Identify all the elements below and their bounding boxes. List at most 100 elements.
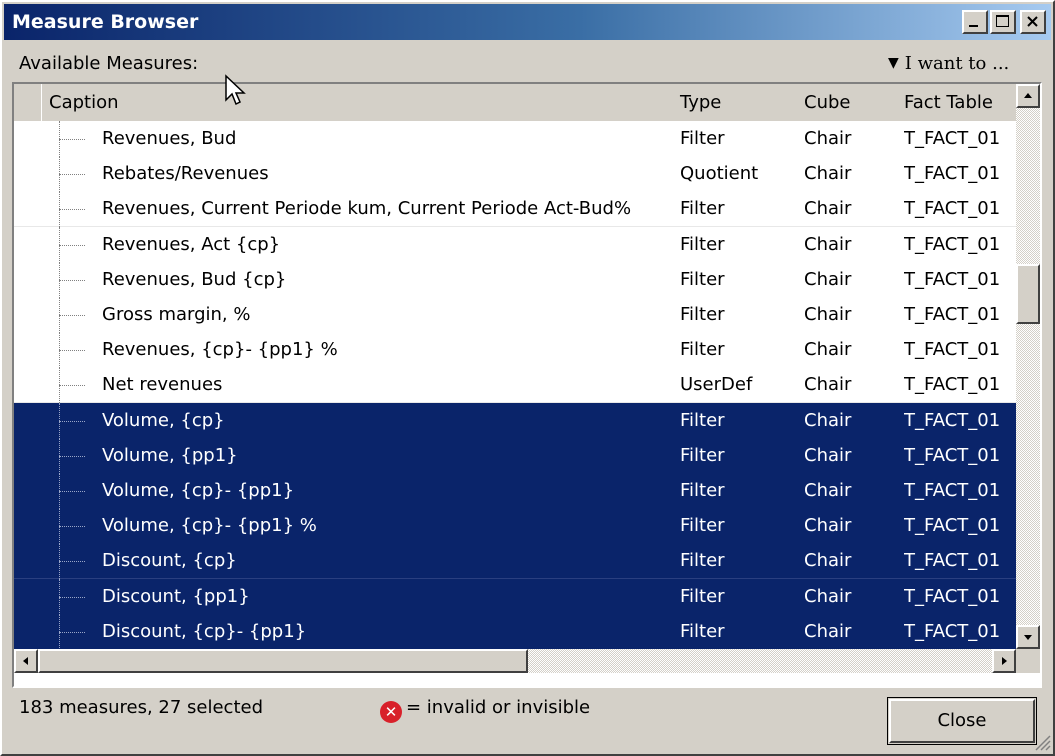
column-header-cube[interactable]: Cube <box>800 84 900 121</box>
table-row[interactable]: Revenues, Bud Filter Chair T_FACT_01 <box>14 121 1016 157</box>
vertical-scroll-thumb[interactable] <box>1016 264 1040 324</box>
maximize-button[interactable] <box>990 10 1016 34</box>
cell-cube: Chair <box>804 268 852 290</box>
cell-cube: Chair <box>804 515 852 537</box>
error-x-icon: ✕ <box>380 701 402 723</box>
mouse-cursor-icon <box>225 74 246 106</box>
measure-browser-window: Measure Browser Available Measures: ▼ I w… <box>0 0 1055 756</box>
cell-type: Filter <box>680 550 725 572</box>
tree-connector <box>59 543 89 580</box>
scroll-right-button[interactable] <box>992 649 1016 673</box>
table-row[interactable]: Discount, {pp1} Filter Chair T_FACT_01 <box>14 578 1016 615</box>
cell-caption: Discount, {cp}- {pp1} <box>102 620 307 642</box>
table-row[interactable]: Discount, {cp}- {pp1} Filter Chair T_FACT_0… <box>14 613 1016 650</box>
tree-connector <box>59 261 89 298</box>
tree-connector <box>59 437 89 474</box>
legend-text: = invalid or invisible <box>406 697 591 718</box>
close-window-button[interactable] <box>1020 10 1046 34</box>
table-row[interactable]: Discount, {cp} Filter Chair T_FACT_01 <box>14 543 1016 580</box>
column-header-type[interactable]: Type <box>676 84 800 121</box>
cell-cube: Chair <box>804 444 852 466</box>
cell-cube: Chair <box>804 480 852 501</box>
cell-fact-table: T_FACT_01 <box>904 374 1001 396</box>
table-row[interactable]: Volume, {cp}- {pp1} % Filter Chair T_FACT_0… <box>14 508 1016 545</box>
cell-fact-table: T_FACT_01 <box>904 409 1001 431</box>
table-row[interactable]: Revenues, {cp}- {pp1} % Filter Chair T_FACT… <box>14 332 1016 369</box>
cell-caption: Revenues, Act {cp} <box>102 233 281 255</box>
column-header-fact-table[interactable]: Fact Table <box>900 84 1016 121</box>
table-row[interactable]: Revenues, Current Periode kum, Current P… <box>14 191 1016 228</box>
window-title: Measure Browser <box>12 11 199 33</box>
cell-caption: Gross margin, % <box>102 304 251 325</box>
cell-type: Quotient <box>680 163 759 185</box>
cell-type: Filter <box>680 304 725 325</box>
grid-rows: Revenues, Bud Filter Chair T_FACT_01 Rebates… <box>14 121 1016 650</box>
table-row[interactable]: Volume, {pp1} Filter Chair T_FACT_01 <box>14 437 1016 474</box>
cell-type: Filter <box>680 620 725 642</box>
cell-fact-table: T_FACT_01 <box>904 339 1001 361</box>
cell-cube: Chair <box>804 409 852 431</box>
status-summary: 183 measures, 27 selected <box>19 697 264 718</box>
cell-type: Filter <box>680 444 725 466</box>
arrow-down-icon <box>1024 635 1032 640</box>
cell-fact-table: T_FACT_01 <box>904 620 1001 642</box>
scrollbar-corner <box>1016 649 1040 673</box>
tree-connector <box>59 121 89 157</box>
table-row[interactable]: Revenues, Act {cp} Filter Chair T_FACT_01 <box>14 226 1016 263</box>
scroll-left-button[interactable] <box>14 649 38 673</box>
grid-header: Caption Type Cube Fact Table <box>14 84 1016 121</box>
triangle-down-icon: ▼ <box>888 55 899 71</box>
cell-type: Filter <box>680 339 725 361</box>
cell-fact-table: T_FACT_01 <box>904 585 1001 607</box>
maximize-icon <box>996 15 1009 27</box>
tree-connector <box>59 473 89 509</box>
table-row[interactable]: Volume, {cp} Filter Chair T_FACT_01 <box>14 402 1016 439</box>
table-row[interactable]: Gross margin, % Filter Chair T_FACT_01 <box>14 297 1016 333</box>
cell-caption: Volume, {cp}- {pp1} % <box>102 515 317 537</box>
cell-type: Filter <box>680 198 725 220</box>
measures-grid[interactable]: Caption Type Cube Fact Table Revenues, B… <box>12 82 1042 688</box>
vertical-scrollbar[interactable] <box>1016 84 1040 649</box>
tree-connector <box>59 508 89 545</box>
cell-caption: Revenues, Bud {cp} <box>102 268 287 290</box>
cell-type: UserDef <box>680 374 753 396</box>
table-row[interactable]: Revenues, Bud {cp} Filter Chair T_FACT_01 <box>14 261 1016 298</box>
cell-type: Filter <box>680 480 725 501</box>
cell-fact-table: T_FACT_01 <box>904 304 1001 325</box>
cell-cube: Chair <box>804 233 852 255</box>
horizontal-scroll-thumb[interactable] <box>38 649 528 673</box>
cell-caption: Discount, {pp1} <box>102 585 250 607</box>
cell-cube: Chair <box>804 374 852 396</box>
cell-fact-table: T_FACT_01 <box>904 163 1001 185</box>
tree-connector <box>59 332 89 369</box>
resize-grip-icon[interactable] <box>1032 732 1052 752</box>
table-row[interactable]: Rebates/Revenues Quotient Chair T_FACT_01 <box>14 156 1016 193</box>
i-want-to-menu[interactable]: ▼ I want to ... <box>888 53 1009 74</box>
cell-cube: Chair <box>804 339 852 361</box>
close-button[interactable]: Close <box>887 697 1037 745</box>
cell-fact-table: T_FACT_01 <box>904 550 1001 572</box>
close-icon <box>1027 16 1038 27</box>
table-row[interactable]: Volume, {cp}- {pp1} Filter Chair T_FACT_01 <box>14 473 1016 509</box>
cell-cube: Chair <box>804 163 852 185</box>
cell-fact-table: T_FACT_01 <box>904 480 1001 501</box>
cell-type: Filter <box>680 409 725 431</box>
cell-cube: Chair <box>804 585 852 607</box>
scroll-down-button[interactable] <box>1016 625 1040 649</box>
table-row[interactable]: Net revenues UserDef Chair T_FACT_01 <box>14 367 1016 404</box>
tree-connector <box>59 578 89 615</box>
cell-type: Filter <box>680 233 725 255</box>
tree-connector <box>59 191 89 228</box>
horizontal-scrollbar[interactable] <box>14 649 1016 673</box>
column-header-caption[interactable]: Caption <box>43 84 670 121</box>
i-want-to-label: I want to ... <box>904 53 1010 74</box>
cell-caption: Volume, {cp}- {pp1} <box>102 480 295 501</box>
arrow-up-icon <box>1024 93 1032 98</box>
cell-caption: Revenues, {cp}- {pp1} % <box>102 339 338 361</box>
available-measures-label: Available Measures: <box>19 53 199 74</box>
cell-fact-table: T_FACT_01 <box>904 444 1001 466</box>
title-bar[interactable]: Measure Browser <box>4 4 1051 40</box>
cell-fact-table: T_FACT_01 <box>904 198 1001 220</box>
minimize-button[interactable] <box>962 10 988 34</box>
scroll-up-button[interactable] <box>1016 84 1040 108</box>
